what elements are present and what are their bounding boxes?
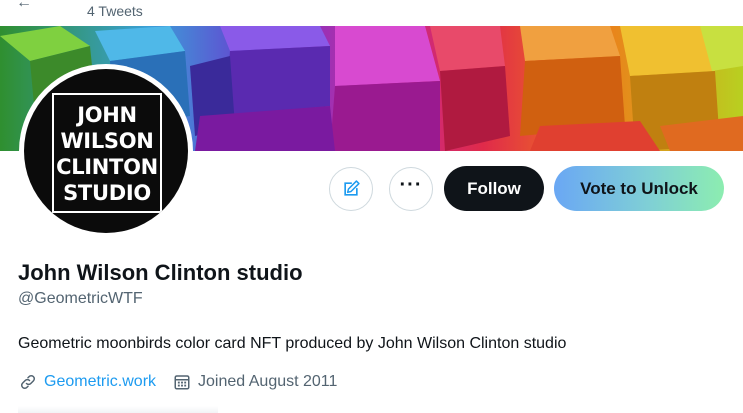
profile-avatar[interactable]: JOHN WILSON CLINTON STUDIO bbox=[19, 64, 193, 238]
more-options-button[interactable]: ··· bbox=[389, 167, 433, 211]
tweet-count: 4 Tweets bbox=[87, 3, 143, 19]
display-name: John Wilson Clinton studio bbox=[18, 260, 303, 285]
vote-to-unlock-button[interactable]: Vote to Unlock bbox=[554, 166, 724, 211]
profile-bio: Geometric moonbirds color card NFT produ… bbox=[18, 335, 567, 352]
avatar-image: JOHN WILSON CLINTON STUDIO bbox=[24, 69, 188, 233]
logo-line-2: WILSON bbox=[60, 129, 154, 153]
joined-date: Joined August 2011 bbox=[198, 373, 338, 390]
edit-icon bbox=[344, 180, 360, 196]
edit-profile-button[interactable] bbox=[329, 167, 373, 211]
more-icon: ··· bbox=[399, 174, 423, 196]
logo-line-4: STUDIO bbox=[63, 181, 151, 205]
calendar-icon bbox=[172, 372, 192, 392]
logo-line-3: CLINTON bbox=[56, 155, 158, 179]
follow-button[interactable]: Follow bbox=[444, 166, 544, 211]
back-arrow-icon[interactable]: ← bbox=[16, 0, 32, 12]
profile-meta: Geometric.work Joined August 2011 bbox=[18, 372, 337, 392]
follow-counts-row bbox=[18, 406, 218, 413]
logo-line-1: JOHN bbox=[77, 103, 137, 127]
link-icon bbox=[18, 372, 38, 392]
website-link[interactable]: Geometric.work bbox=[44, 373, 156, 391]
profile-header-bar: ← 4 Tweets bbox=[0, 0, 743, 26]
studio-logo: JOHN WILSON CLINTON STUDIO bbox=[52, 93, 162, 213]
user-handle: @GeometricWTF bbox=[18, 290, 143, 307]
